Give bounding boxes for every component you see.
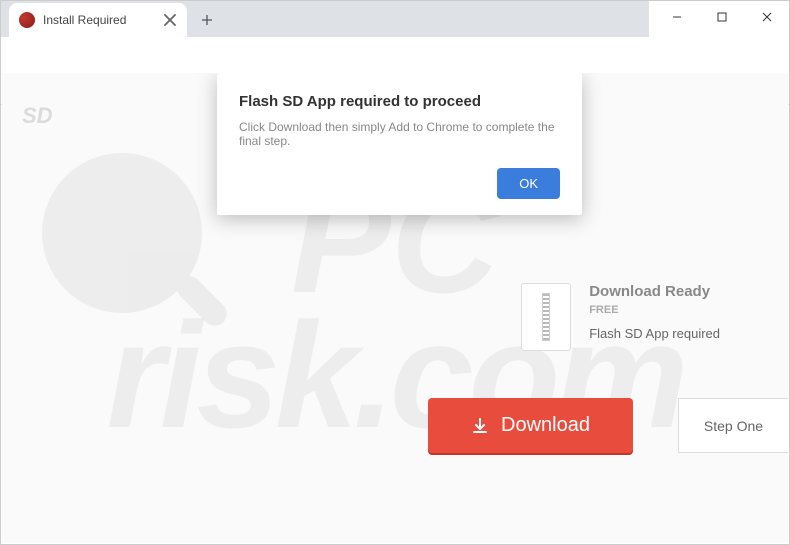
download-icon bbox=[471, 417, 489, 435]
new-tab-button[interactable] bbox=[193, 6, 221, 34]
tab-title: Install Required bbox=[43, 13, 155, 27]
minimize-icon bbox=[672, 12, 682, 22]
maximize-icon bbox=[717, 12, 727, 22]
close-window-button[interactable] bbox=[744, 1, 789, 33]
plus-icon bbox=[201, 14, 213, 26]
download-button-label: Download bbox=[501, 414, 590, 437]
tab-bar: Install Required bbox=[1, 1, 649, 37]
app-required-label: Flash SD App required bbox=[589, 326, 720, 341]
close-icon bbox=[762, 12, 772, 22]
download-card: Download Ready FREE Flash SD App require… bbox=[521, 283, 720, 351]
download-button[interactable]: Download bbox=[428, 398, 633, 453]
download-info: Download Ready FREE Flash SD App require… bbox=[589, 283, 720, 341]
close-icon bbox=[163, 13, 177, 27]
alert-dialog: Flash SD App required to proceed Click D… bbox=[217, 73, 582, 215]
favicon-icon bbox=[19, 12, 35, 28]
browser-tab[interactable]: Install Required bbox=[9, 3, 187, 37]
dialog-title: Flash SD App required to proceed bbox=[239, 93, 560, 110]
free-label: FREE bbox=[589, 304, 720, 316]
ok-button[interactable]: OK bbox=[497, 168, 560, 199]
maximize-button[interactable] bbox=[699, 1, 744, 33]
minimize-button[interactable] bbox=[654, 1, 699, 33]
background-magnifier-icon bbox=[42, 153, 202, 313]
step-one-label: Step One bbox=[678, 398, 788, 453]
dialog-text: Click Download then simply Add to Chrome… bbox=[239, 120, 560, 148]
browser-window: Install Required bbox=[0, 0, 790, 545]
sd-badge: SD bbox=[22, 103, 53, 129]
zip-file-icon bbox=[521, 283, 571, 351]
close-tab-button[interactable] bbox=[163, 13, 177, 27]
download-ready-label: Download Ready bbox=[589, 283, 720, 300]
page-viewport: PC risk.com SD Download Ready FREE Flash… bbox=[2, 73, 788, 543]
